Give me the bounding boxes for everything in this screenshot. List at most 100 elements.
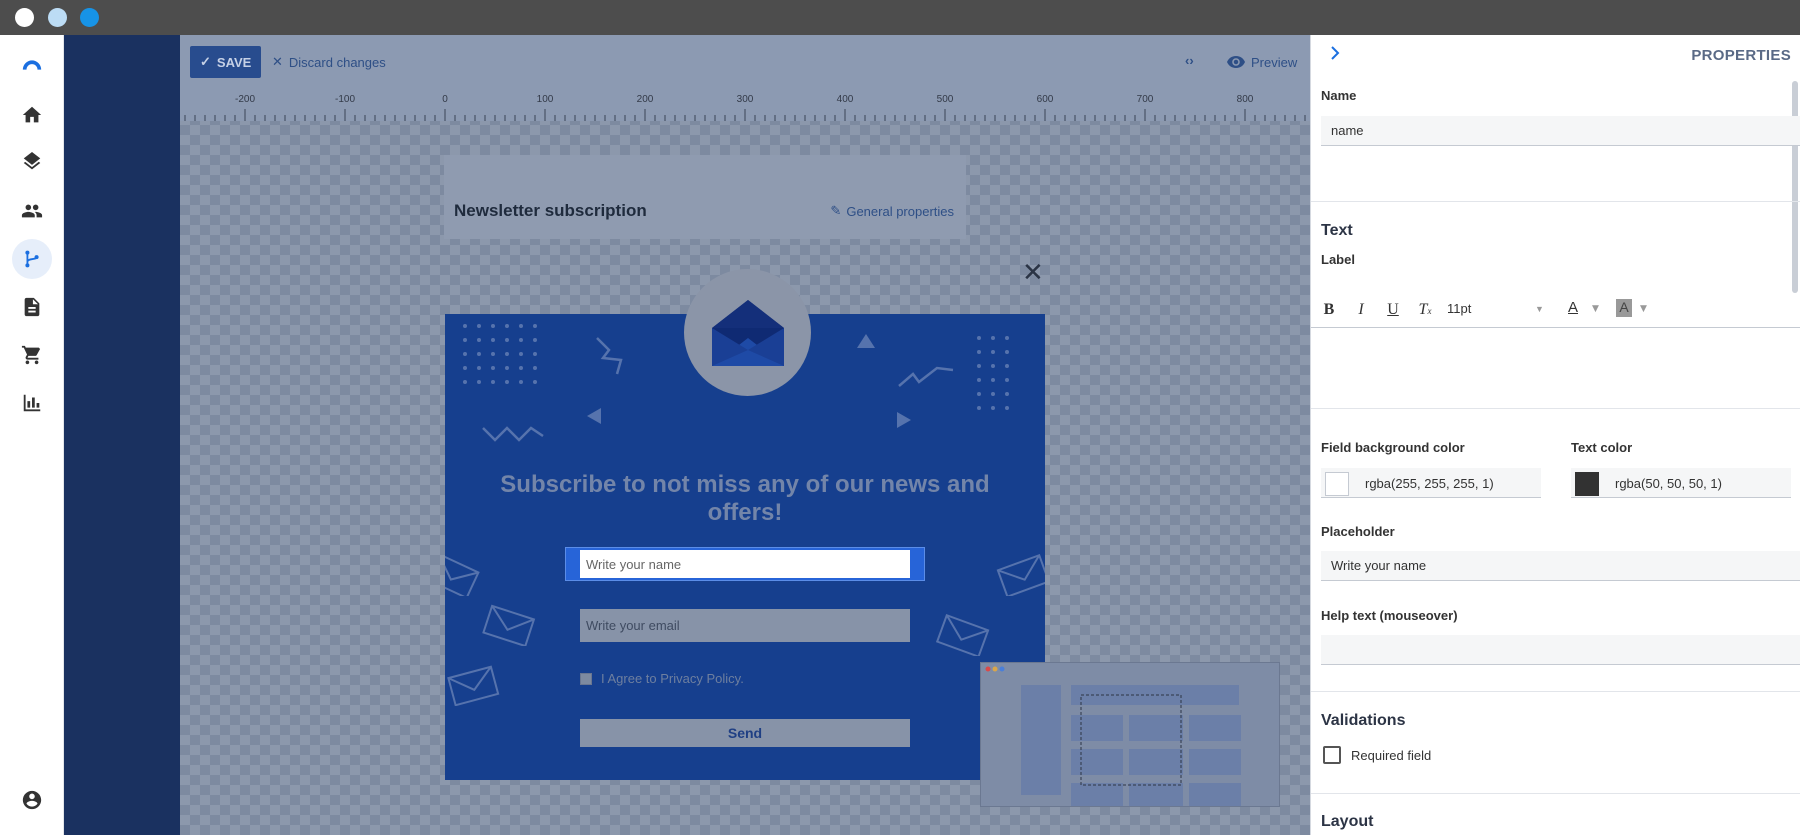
layers-icon xyxy=(23,152,41,170)
name-input[interactable] xyxy=(580,550,910,578)
placeholder-label: Placeholder xyxy=(1321,524,1395,539)
secondary-sidebar xyxy=(64,35,180,835)
text-color-picker[interactable]: A ▼ xyxy=(1566,299,1606,321)
ruler-tick-label: 100 xyxy=(536,94,554,105)
highlight-color-picker[interactable]: A ▼ xyxy=(1616,299,1656,321)
decorative-envelope xyxy=(935,614,990,656)
discard-label: Discard changes xyxy=(288,54,386,70)
decorative-dots-right xyxy=(977,336,1009,410)
nav-home[interactable] xyxy=(12,95,52,135)
text-color-swatch[interactable] xyxy=(1575,472,1599,496)
nav-account[interactable] xyxy=(12,780,52,820)
popup-heading: Subscribe to not miss any of our news an… xyxy=(500,471,990,526)
bold-icon[interactable]: B xyxy=(1321,301,1337,319)
flow-branch-icon xyxy=(25,250,39,268)
ruler-tick-label: 500 xyxy=(936,94,954,105)
nav-automation[interactable] xyxy=(12,239,52,279)
form-header: Newsletter subscription ✎ General proper… xyxy=(444,155,966,239)
code-icon: ‹› xyxy=(1185,53,1194,68)
decorative-envelope xyxy=(482,604,536,646)
send-button[interactable]: Send xyxy=(580,719,910,747)
validations-section-title: Validations xyxy=(1321,712,1406,729)
field-bg-color-value: rgba(255, 255, 255, 1) xyxy=(1365,476,1494,491)
properties-title: PROPERTIES xyxy=(1691,47,1791,64)
chevron-right-icon[interactable] xyxy=(1327,45,1343,65)
text-color-value: rgba(50, 50, 50, 1) xyxy=(1615,476,1722,491)
eye-icon xyxy=(1227,56,1245,68)
underline-icon[interactable]: U xyxy=(1385,301,1401,319)
nav-shop[interactable] xyxy=(12,335,52,375)
required-field-label: Required field xyxy=(1351,748,1432,763)
decorative-envelope xyxy=(996,554,1045,596)
label-rich-text-editor[interactable] xyxy=(1311,328,1800,408)
name-field-selection[interactable] xyxy=(565,547,925,581)
privacy-consent[interactable]: I Agree to Privacy Policy. xyxy=(580,671,744,686)
ruler-tick-label: 300 xyxy=(736,94,754,105)
privacy-label: I Agree to Privacy Policy. xyxy=(601,671,744,686)
decorative-triangle xyxy=(857,334,875,348)
section-divider xyxy=(1311,691,1800,692)
field-bg-color-swatch[interactable] xyxy=(1325,472,1349,496)
properties-scrollbar[interactable] xyxy=(1792,81,1798,293)
section-divider xyxy=(1311,408,1800,409)
ruler-tick-label: 0 xyxy=(442,94,448,105)
nav-reports[interactable] xyxy=(12,383,52,423)
discard-changes-button[interactable]: ✕ Discard changes xyxy=(272,46,386,78)
save-button[interactable]: ✓ SAVE xyxy=(190,46,262,78)
required-field-checkbox[interactable] xyxy=(1323,746,1341,764)
preview-button[interactable]: Preview xyxy=(1227,46,1297,78)
font-color-icon: A xyxy=(1568,299,1579,316)
rich-text-toolbar: B I U Tx xyxy=(1321,297,1433,323)
window-close-dot[interactable] xyxy=(15,8,34,27)
logo-icon xyxy=(22,60,42,70)
help-text-input[interactable] xyxy=(1321,635,1800,665)
general-properties-label: General properties xyxy=(846,203,954,219)
close-icon: ✕ xyxy=(272,54,283,69)
window-maximize-dot[interactable] xyxy=(80,8,99,27)
clear-format-icon[interactable]: Tx xyxy=(1417,301,1433,319)
ruler-ticks xyxy=(184,109,1306,121)
layout-section-title: Layout xyxy=(1321,813,1374,830)
preview-label: Preview xyxy=(1251,54,1298,70)
nav-contacts[interactable] xyxy=(12,191,52,231)
nav-documents[interactable] xyxy=(12,287,52,327)
horizontal-ruler: -200 -100 0 100 200 300 400 500 600 700 … xyxy=(180,91,1310,121)
brand-logo-icon[interactable] xyxy=(12,45,52,85)
ruler-tick-label: 400 xyxy=(836,94,854,105)
chevron-down-icon: ▼ xyxy=(1592,304,1599,314)
home-icon xyxy=(22,106,42,123)
decorative-triangle xyxy=(587,408,601,424)
section-divider xyxy=(1311,201,1800,202)
form-title: Newsletter subscription xyxy=(454,201,647,220)
properties-panel: PROPERTIES Name Text Label B I U Tx 11pt… xyxy=(1310,35,1800,835)
decorative-zigzag xyxy=(596,337,623,375)
decorative-zigzag xyxy=(482,426,544,442)
font-size-select[interactable]: 11pt ▼ xyxy=(1447,301,1544,316)
help-text-label: Help text (mouseover) xyxy=(1321,608,1458,623)
decorative-zigzag xyxy=(898,366,954,387)
general-properties-button[interactable]: ✎ General properties xyxy=(830,203,954,219)
chevron-down-icon: ▼ xyxy=(1535,304,1544,314)
placeholder-input[interactable] xyxy=(1321,551,1800,581)
properties-header: PROPERTIES xyxy=(1311,35,1800,75)
ruler-tick-label: 200 xyxy=(636,94,654,105)
editor-toolbar: ✓ SAVE ✕ Discard changes ‹› Preview xyxy=(180,35,1310,91)
code-view-button[interactable]: ‹› xyxy=(1185,53,1194,68)
decorative-dots-left xyxy=(463,324,537,384)
field-bg-color-label: Field background color xyxy=(1321,440,1465,455)
decorative-triangle xyxy=(897,412,911,428)
check-icon: ✓ xyxy=(200,54,211,69)
decorative-envelope xyxy=(445,554,480,596)
chevron-down-icon: ▼ xyxy=(1640,304,1647,314)
nav-layers[interactable] xyxy=(12,143,52,183)
window-titlebar xyxy=(0,0,1800,35)
name-property-input[interactable] xyxy=(1321,116,1800,146)
label-label: Label xyxy=(1321,252,1355,267)
minimap[interactable] xyxy=(980,662,1280,807)
email-input[interactable] xyxy=(580,609,910,642)
italic-icon[interactable]: I xyxy=(1353,301,1369,319)
privacy-checkbox[interactable] xyxy=(580,672,592,685)
popup-close-icon[interactable]: ✕ xyxy=(1022,260,1044,286)
window-minimize-dot[interactable] xyxy=(48,8,67,27)
ruler-tick-label: 800 xyxy=(1236,94,1254,105)
